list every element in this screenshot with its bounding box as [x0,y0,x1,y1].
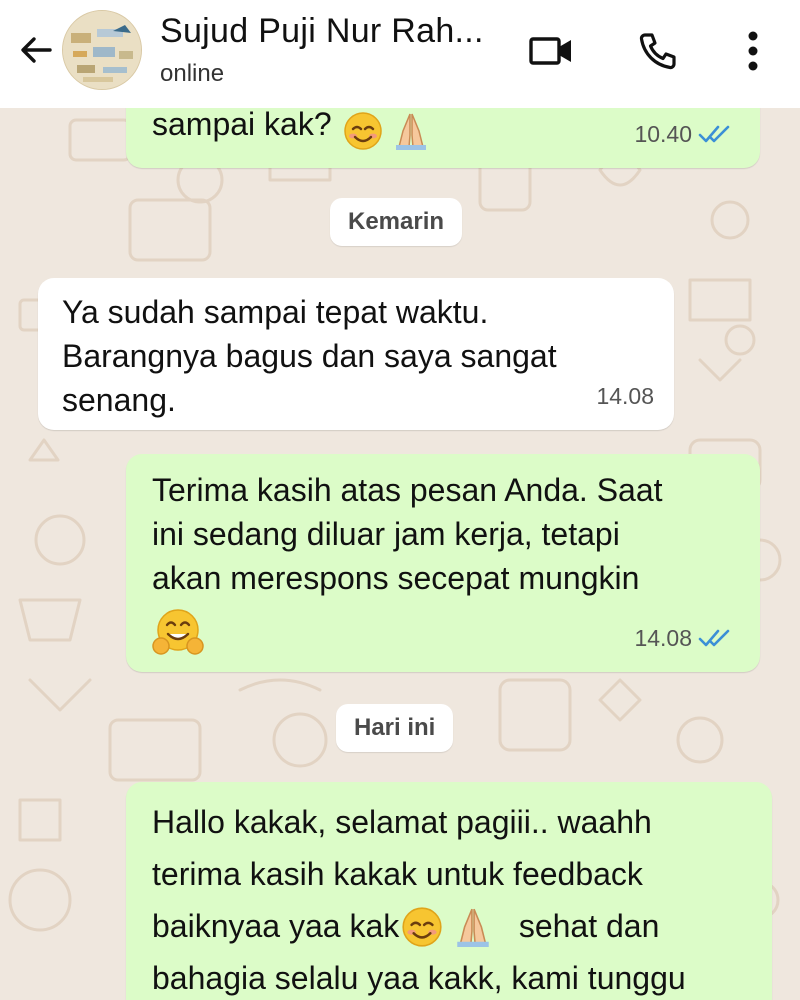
date-separator: Kemarin [330,198,463,246]
back-button[interactable] [14,28,58,72]
more-options-button[interactable] [728,26,778,76]
contact-avatar[interactable] [62,10,142,90]
contact-name[interactable]: Sujud Puji Nur Rah... [160,12,484,51]
folded-hands-emoji [393,111,429,151]
message-time: 14.08 [634,625,692,651]
map-avatar-icon [63,11,141,89]
message-text: Ya sudah sampai tepat waktu. Barangnya b… [62,294,557,418]
double-check-read-icon [698,125,730,143]
contact-status: online [160,60,225,87]
date-separator: Hari ini [336,704,454,752]
message-meta: 14.08 [634,616,732,660]
message-time: 14.08 [596,383,654,409]
message-bubble-outgoing[interactable]: Hallo kakak, selamat pagiii.. waahh teri… [126,782,772,1000]
more-vertical-icon [748,31,758,71]
message-meta: 14.08 [596,374,654,418]
folded-hands-emoji [454,906,492,948]
smiling-face-emoji [399,906,445,948]
chat-header: Sujud Puji Nur Rah... online [0,0,800,108]
double-check-read-icon [698,629,730,647]
message-bubble-outgoing[interactable]: sampai kak? 10.40 [126,108,760,168]
message-bubble-incoming[interactable]: Ya sudah sampai tepat waktu. Barangnya b… [38,278,674,430]
message-time: 10.40 [634,121,692,147]
message-text: sampai kak? [152,108,429,150]
smiling-face-emoji [341,111,385,151]
arrow-left-icon [21,37,52,63]
message-meta: 10.40 [634,112,732,156]
phone-icon [639,33,676,70]
hugging-face-emoji [152,606,204,658]
message-text: Terima kasih atas pesan Anda. Saat ini s… [152,468,663,658]
video-call-icon [529,37,571,65]
video-call-button[interactable] [526,26,576,76]
message-list[interactable]: sampai kak? 10.40 Kemarin Ya sudah sampa… [0,108,800,1000]
message-text: Hallo kakak, selamat pagiii.. waahh teri… [152,804,686,996]
message-bubble-outgoing[interactable]: Terima kasih atas pesan Anda. Saat ini s… [126,454,760,672]
voice-call-button[interactable] [632,26,682,76]
